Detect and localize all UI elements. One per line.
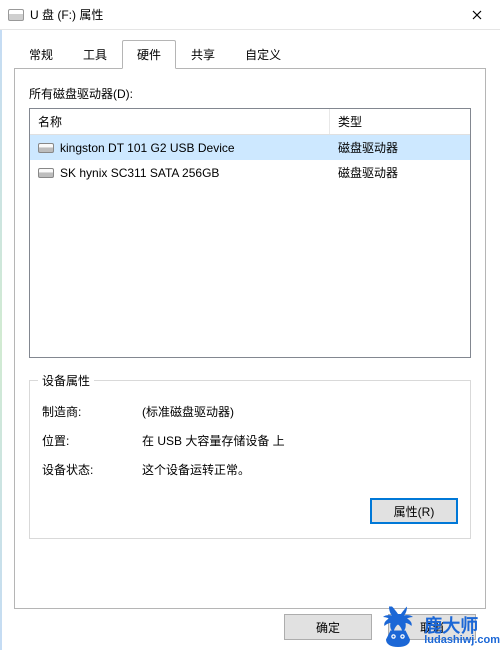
manufacturer-value: (标准磁盘驱动器) xyxy=(142,403,458,420)
listview-header: 名称 类型 xyxy=(30,109,470,135)
device-name: SK hynix SC311 SATA 256GB xyxy=(60,166,219,180)
list-item[interactable]: SK hynix SC311 SATA 256GB 磁盘驱动器 xyxy=(30,160,470,185)
titlebar: U 盘 (F:) 属性 xyxy=(0,0,500,30)
tab-tools[interactable]: 工具 xyxy=(68,40,122,69)
hardware-panel: 所有磁盘驱动器(D): 名称 类型 kingston DT 101 G2 USB… xyxy=(14,69,486,609)
window-left-edge xyxy=(0,30,2,650)
list-item[interactable]: kingston DT 101 G2 USB Device 磁盘驱动器 xyxy=(30,135,470,160)
tab-strip: 常规 工具 硬件 共享 自定义 xyxy=(14,40,486,69)
device-name: kingston DT 101 G2 USB Device xyxy=(60,141,235,155)
col-header-name[interactable]: 名称 xyxy=(30,109,330,134)
tab-general[interactable]: 常规 xyxy=(14,40,68,69)
tab-customize[interactable]: 自定义 xyxy=(230,40,296,69)
close-button[interactable] xyxy=(454,0,500,30)
drive-icon xyxy=(8,9,24,21)
device-type: 磁盘驱动器 xyxy=(330,137,470,158)
status-label: 设备状态: xyxy=(42,461,142,478)
disk-list-label: 所有磁盘驱动器(D): xyxy=(29,85,471,102)
disk-drive-icon xyxy=(38,143,54,153)
location-value: 在 USB 大容量存储设备 上 xyxy=(142,432,458,449)
group-title: 设备属性 xyxy=(38,372,94,389)
ok-button[interactable]: 确定 xyxy=(284,614,372,640)
status-value: 这个设备运转正常。 xyxy=(142,461,458,478)
col-header-type[interactable]: 类型 xyxy=(330,109,470,134)
device-properties-group: 设备属性 制造商: (标准磁盘驱动器) 位置: 在 USB 大容量存储设备 上 … xyxy=(29,380,471,539)
close-icon xyxy=(472,10,482,20)
dialog-button-row: 确定 取消 xyxy=(284,614,476,640)
cancel-button[interactable]: 取消 xyxy=(388,614,476,640)
disk-listview[interactable]: 名称 类型 kingston DT 101 G2 USB Device 磁盘驱动… xyxy=(29,108,471,358)
properties-button[interactable]: 属性(R) xyxy=(370,498,458,524)
location-label: 位置: xyxy=(42,432,142,449)
device-type: 磁盘驱动器 xyxy=(330,162,470,183)
disk-drive-icon xyxy=(38,168,54,178)
manufacturer-label: 制造商: xyxy=(42,403,142,420)
window-title: U 盘 (F:) 属性 xyxy=(30,6,454,23)
tab-hardware[interactable]: 硬件 xyxy=(122,40,176,69)
tab-sharing[interactable]: 共享 xyxy=(176,40,230,69)
